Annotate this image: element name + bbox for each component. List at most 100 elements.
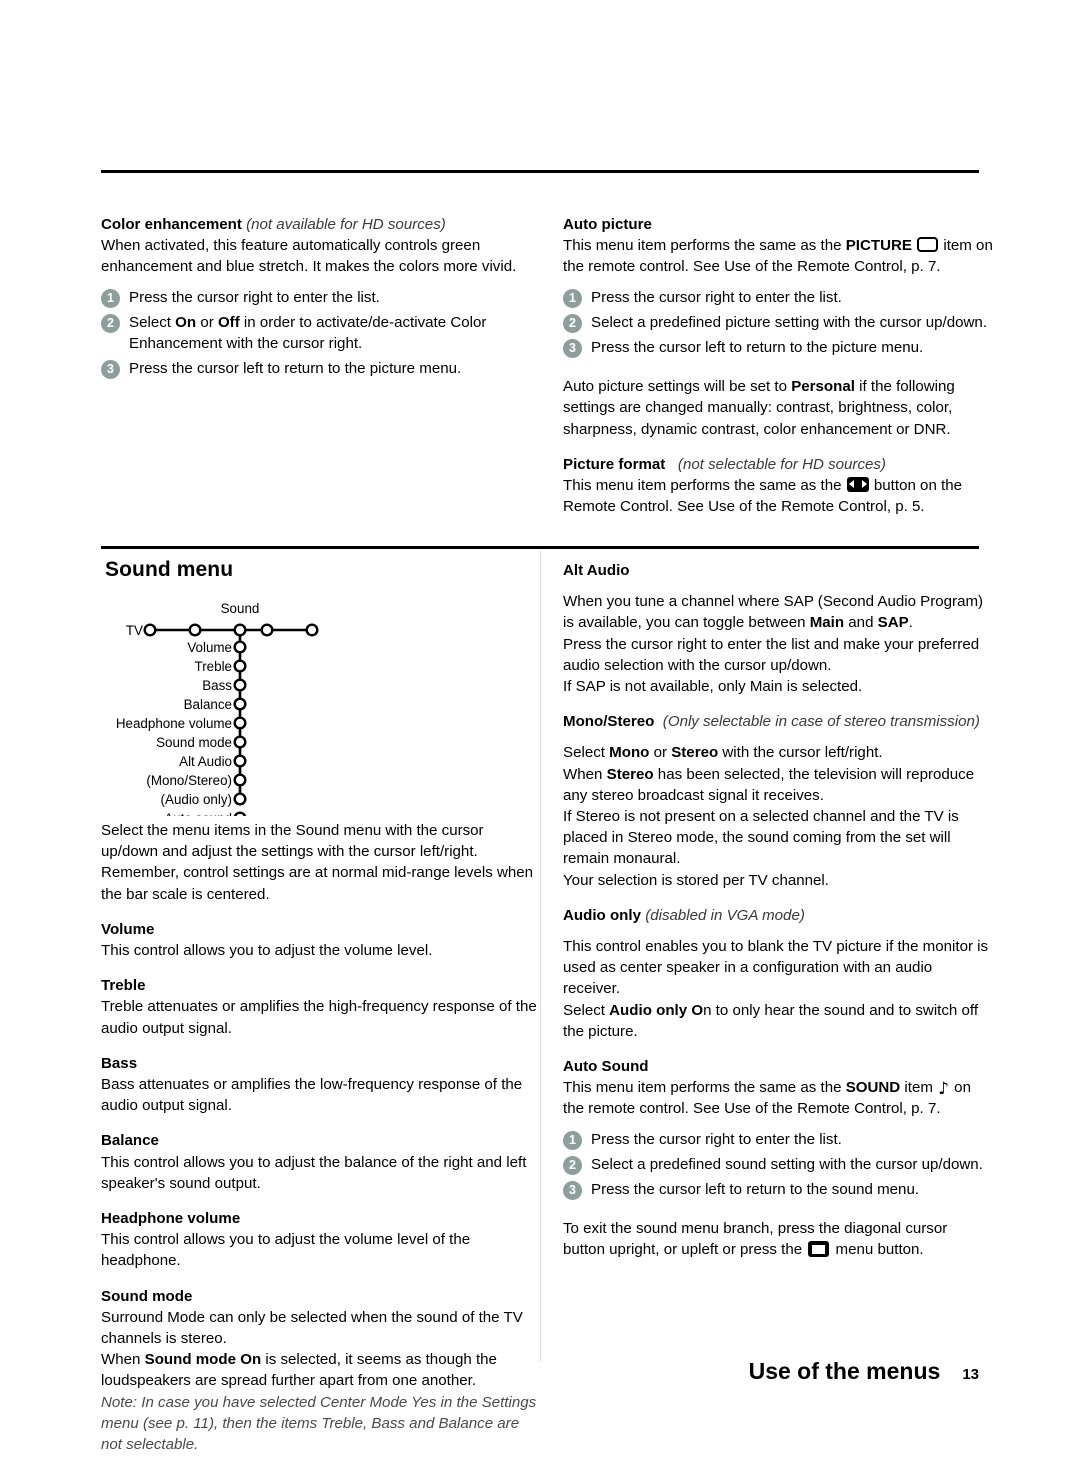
sound-mode-heading: Sound mode: [101, 1287, 193, 1305]
mono-stereo-note: (Only selectable in case of stereo trans…: [662, 713, 980, 731]
auto-sound-body-mid: item: [900, 1079, 938, 1097]
mono-stereo-line1-post: with the cursor left/right.: [718, 744, 883, 762]
page-footer: Use of the menus 13: [101, 1358, 979, 1385]
step-badge-3: 3: [101, 360, 120, 380]
alt-audio-line3: If SAP is not available, only Main is se…: [563, 678, 863, 696]
diagram-branch-headphone-volume: Headphone volume: [116, 716, 247, 731]
diagram-branch-mono-stereo: (Mono/Stereo): [146, 773, 247, 788]
step-badge-2: 2: [563, 1155, 582, 1175]
step-item: 1 Press the cursor right to enter the li…: [101, 287, 541, 308]
sound-mode-line1: Surround Mode can only be selected when …: [101, 1308, 523, 1348]
headphone-volume-heading: Headphone volume: [101, 1210, 241, 1228]
audio-only-line2: Select Audio only On to only hear the so…: [563, 1000, 993, 1042]
balance-body: This control allows you to adjust the ba…: [101, 1153, 527, 1192]
exit-instructions: To exit the sound menu branch, press the…: [563, 1218, 993, 1260]
step-text: Press the cursor right to enter the list…: [591, 1130, 842, 1148]
diagram-tv-label: TV: [126, 623, 143, 638]
personal-keyword: Personal: [791, 378, 855, 396]
step-item: 3 Press the cursor left to return to the…: [563, 1179, 993, 1201]
mono-stereo-line2-pre: When: [563, 765, 607, 783]
step-badge-1: 1: [101, 288, 120, 308]
svg-text:(Mono/Stereo): (Mono/Stereo): [146, 773, 232, 788]
mono-keyword: Mono: [609, 744, 650, 762]
audio-only-line1: This control enables you to blank the TV…: [563, 938, 989, 998]
step-bold-off: Off: [217, 313, 240, 331]
diagram-branch-volume: Volume: [187, 640, 247, 655]
svg-text:Treble: Treble: [195, 659, 232, 674]
svg-text:Alt Audio: Alt Audio: [179, 754, 232, 769]
auto-picture-section: Auto picture This menu item performs the…: [563, 214, 993, 517]
step-text: Press the cursor left to return to the p…: [591, 339, 924, 357]
balance-heading: Balance: [101, 1132, 159, 1150]
menu-button-icon: [808, 1241, 830, 1258]
personal-note-pre: Auto picture settings will be set to: [563, 378, 792, 396]
svg-text:Headphone volume: Headphone volume: [116, 716, 232, 731]
sound-menu-tree-diagram: Sound TV Volume Treble Bass Balance Head…: [101, 588, 451, 816]
step-item: 1 Press the cursor right to enter the li…: [563, 1129, 993, 1150]
color-enhancement-heading: Color enhancement (not available for HD …: [101, 214, 541, 235]
audio-only-keyword: Audio only O: [609, 1001, 704, 1019]
sound-mode-note: Note: In case you have selected Center M…: [101, 1393, 537, 1454]
auto-picture-body: This menu item performs the same as the …: [563, 235, 993, 277]
auto-sound-body-pre: This menu item performs the same as the: [563, 1079, 846, 1097]
step-item: 2 Select a predefined sound setting with…: [563, 1154, 993, 1175]
diagram-branch-audio-only: (Audio only): [161, 792, 247, 807]
alt-audio-line1-mid: and: [844, 614, 878, 632]
picture-format-body: This menu item performs the same as the …: [563, 475, 993, 517]
step-text: Press the cursor left to return to the s…: [591, 1181, 920, 1199]
step-item: 2 Select a predefined picture setting wi…: [563, 312, 993, 333]
picture-format-note: (not selectable for HD sources): [677, 455, 886, 473]
step-item: 3 Press the cursor left to return to the…: [563, 337, 993, 359]
svg-text:Volume: Volume: [187, 640, 232, 655]
main-keyword: Main: [809, 614, 845, 632]
color-enhancement-note: (not available for HD sources): [246, 216, 446, 233]
mono-stereo-line2: When Stereo has been selected, the telev…: [563, 764, 993, 806]
alt-audio-line1: When you tune a channel where SAP (Secon…: [563, 591, 993, 633]
treble-body: Treble attenuates or amplifies the high-…: [101, 998, 537, 1037]
auto-picture-steps: 1 Press the cursor right to enter the li…: [563, 287, 993, 359]
svg-text:Balance: Balance: [184, 697, 232, 712]
mono-stereo-line1: Select Mono or Stereo with the cursor le…: [563, 742, 993, 763]
svg-text:Bass: Bass: [202, 678, 232, 693]
diagram-branch-alt-audio: Alt Audio: [179, 754, 247, 769]
alt-audio-line1-pre: When you tune a channel where SAP (Secon…: [563, 593, 984, 632]
svg-text:(Audio only): (Audio only): [161, 792, 232, 807]
alt-audio-heading: Alt Audio: [563, 562, 630, 579]
svg-text:Sound mode: Sound mode: [156, 735, 232, 750]
audio-only-line2-pre: Select: [563, 1001, 610, 1019]
step-item: 2 Select On or Off in order to activate/…: [101, 312, 541, 354]
step-badge-3: 3: [563, 1181, 582, 1201]
diagram-branch-bass: Bass: [202, 678, 247, 693]
sound-menu-title: Sound menu: [105, 558, 234, 581]
treble-heading: Treble: [101, 977, 146, 995]
color-enhancement-steps: 1 Press the cursor right to enter the li…: [101, 287, 541, 380]
document-page: Color enhancement (not available for HD …: [0, 0, 1080, 1482]
horizontal-rule-middle: [101, 546, 979, 549]
step-badge-1: 1: [563, 1130, 582, 1150]
mono-stereo-line3: If Stereo is not present on a selected c…: [563, 808, 959, 868]
step-text: Press the cursor right to enter the list…: [591, 288, 842, 306]
picture-format-body-pre: This menu item performs the same as the: [563, 477, 846, 495]
mono-stereo-title: Mono/Stereo: [563, 713, 655, 731]
step-text: Press the cursor left to return to the p…: [129, 360, 462, 378]
auto-picture-body-pre: This menu item performs the same as the: [563, 237, 846, 255]
step-bold-on: On: [175, 313, 197, 331]
picture-format-title: Picture format: [563, 455, 666, 473]
diagram-branch-balance: Balance: [184, 697, 247, 712]
picture-format-heading: Picture format (not selectable for HD so…: [563, 454, 993, 475]
step-text: Select a predefined sound setting with t…: [591, 1155, 983, 1173]
sound-right-body: Alt Audio When you tune a channel where …: [563, 560, 993, 1261]
svg-text:Auto sound: Auto sound: [164, 811, 232, 816]
auto-sound-heading: Auto Sound: [563, 1058, 649, 1076]
auto-sound-body: This menu item performs the same as the …: [563, 1079, 971, 1118]
diagram-branch-auto-sound: Auto sound: [164, 811, 247, 816]
audio-only-note: (disabled in VGA mode): [645, 906, 805, 924]
step-badge-2: 2: [563, 313, 582, 333]
footer-title: Use of the menus: [748, 1358, 941, 1384]
step-badge-3: 3: [563, 339, 582, 359]
color-enhancement-section: Color enhancement (not available for HD …: [101, 214, 541, 383]
headphone-volume-body: This control allows you to adjust the vo…: [101, 1231, 471, 1270]
picture-format-icon: [846, 477, 869, 493]
sound-keyword: SOUND: [845, 1079, 901, 1097]
bass-heading: Bass: [101, 1054, 138, 1072]
